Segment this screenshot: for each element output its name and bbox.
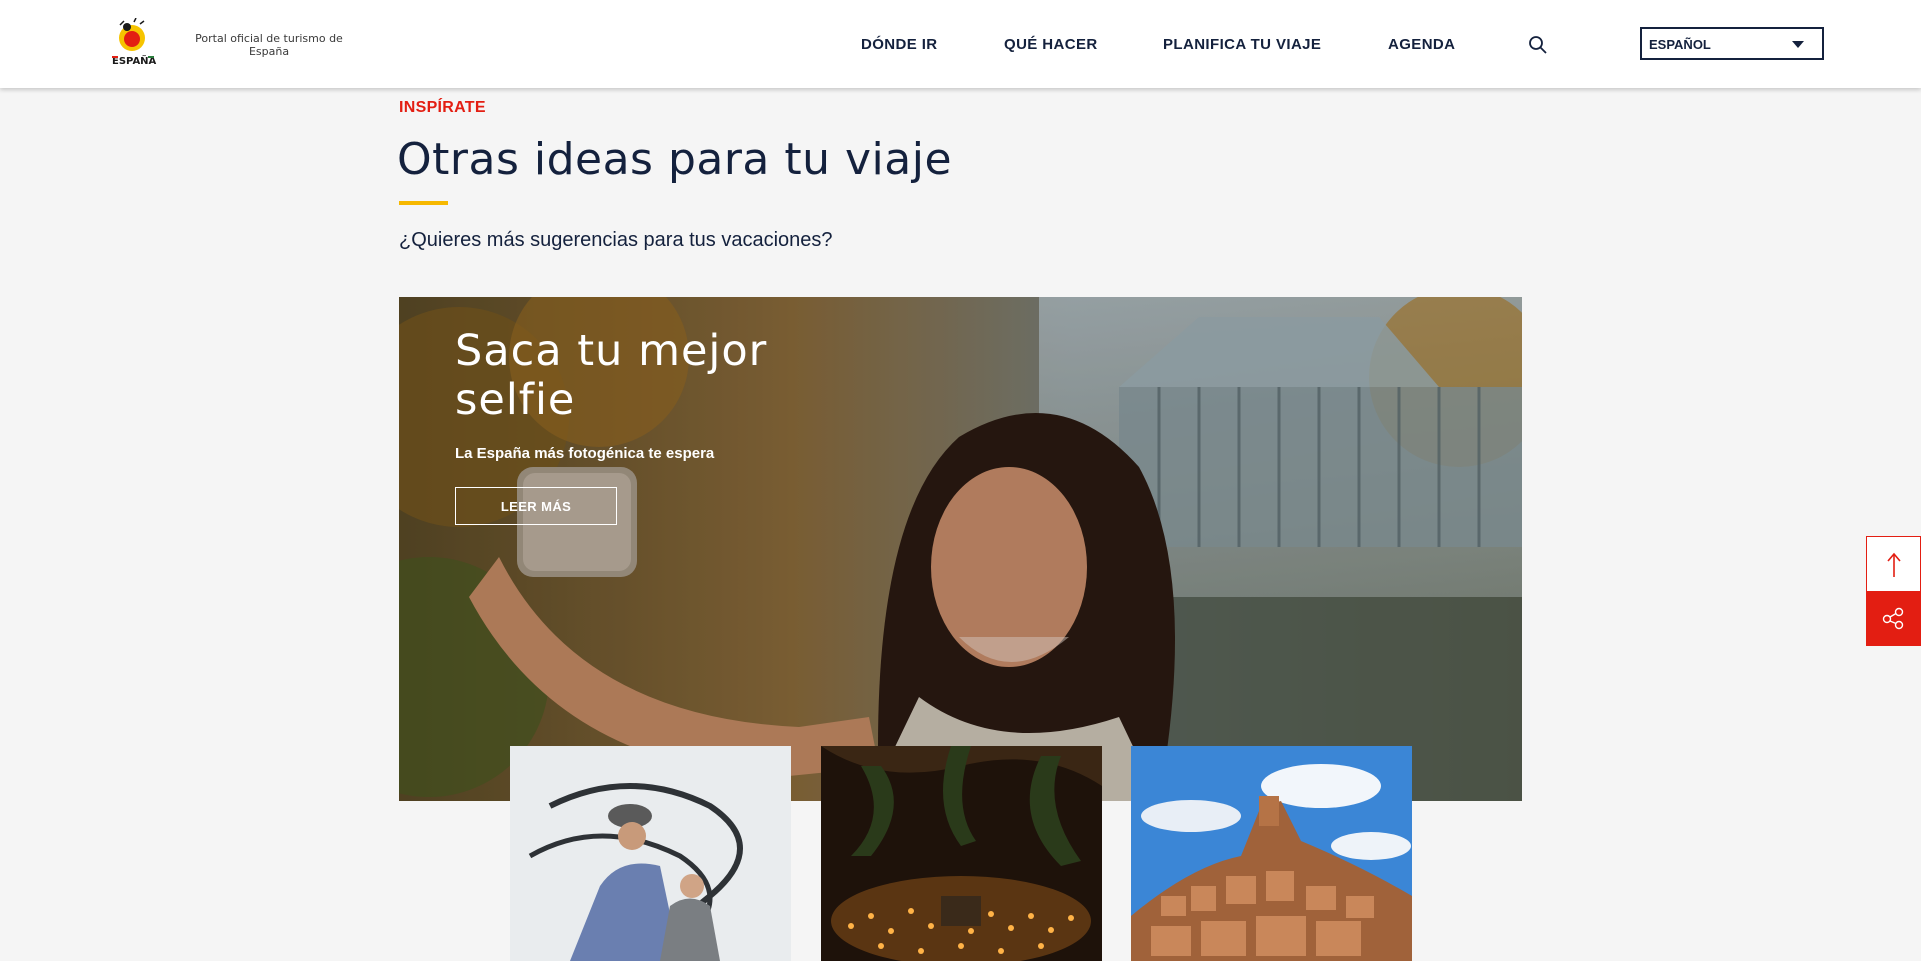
section-subtitle: ¿Quieres más sugerencias para tus vacaci… bbox=[399, 229, 833, 251]
tagline: Portal oficial de turismo de España bbox=[195, 32, 343, 58]
hilltop-castle-village-image bbox=[1131, 746, 1412, 961]
nav-donde-ir[interactable]: DÓNDE IR bbox=[861, 36, 938, 53]
back-to-top-button[interactable] bbox=[1866, 536, 1921, 592]
espana-logo[interactable]: ESPAÑA bbox=[110, 17, 158, 68]
title-underline bbox=[399, 201, 448, 205]
read-more-button[interactable]: LEER MÁS bbox=[455, 487, 617, 525]
share-icon bbox=[1882, 607, 1904, 630]
hero-banner[interactable]: Saca tu mejor selfie La España más fotog… bbox=[399, 297, 1522, 801]
share-button[interactable] bbox=[1866, 591, 1921, 646]
section-eyebrow: INSPÍRATE bbox=[399, 99, 486, 116]
nav-que-hacer[interactable]: QUÉ HACER bbox=[1004, 36, 1098, 53]
idea-card-museum[interactable] bbox=[510, 746, 791, 961]
arrow-up-icon bbox=[1887, 552, 1901, 577]
language-label: ESPAÑOL bbox=[1649, 37, 1711, 52]
hero-title: Saca tu mejor selfie bbox=[455, 326, 768, 425]
museum-stairs-image bbox=[510, 746, 791, 961]
search-icon[interactable] bbox=[1528, 35, 1548, 55]
site-header: ESPAÑA Portal oficial de turismo de Espa… bbox=[0, 0, 1921, 88]
svg-text:ESPAÑA: ESPAÑA bbox=[112, 54, 157, 67]
nav-agenda[interactable]: AGENDA bbox=[1388, 36, 1455, 53]
hero-subtitle: La España más fotogénica te espera bbox=[455, 445, 715, 462]
language-select[interactable]: ESPAÑOL bbox=[1640, 27, 1824, 60]
section-title: Otras ideas para tu viaje bbox=[397, 134, 953, 185]
idea-card-garden[interactable] bbox=[821, 746, 1102, 961]
chevron-down-icon bbox=[1792, 41, 1804, 48]
nav-planifica-tu-viaje[interactable]: PLANIFICA TU VIAJE bbox=[1163, 36, 1321, 53]
candlelit-palm-garden-image bbox=[821, 746, 1102, 961]
idea-card-village[interactable] bbox=[1131, 746, 1412, 961]
